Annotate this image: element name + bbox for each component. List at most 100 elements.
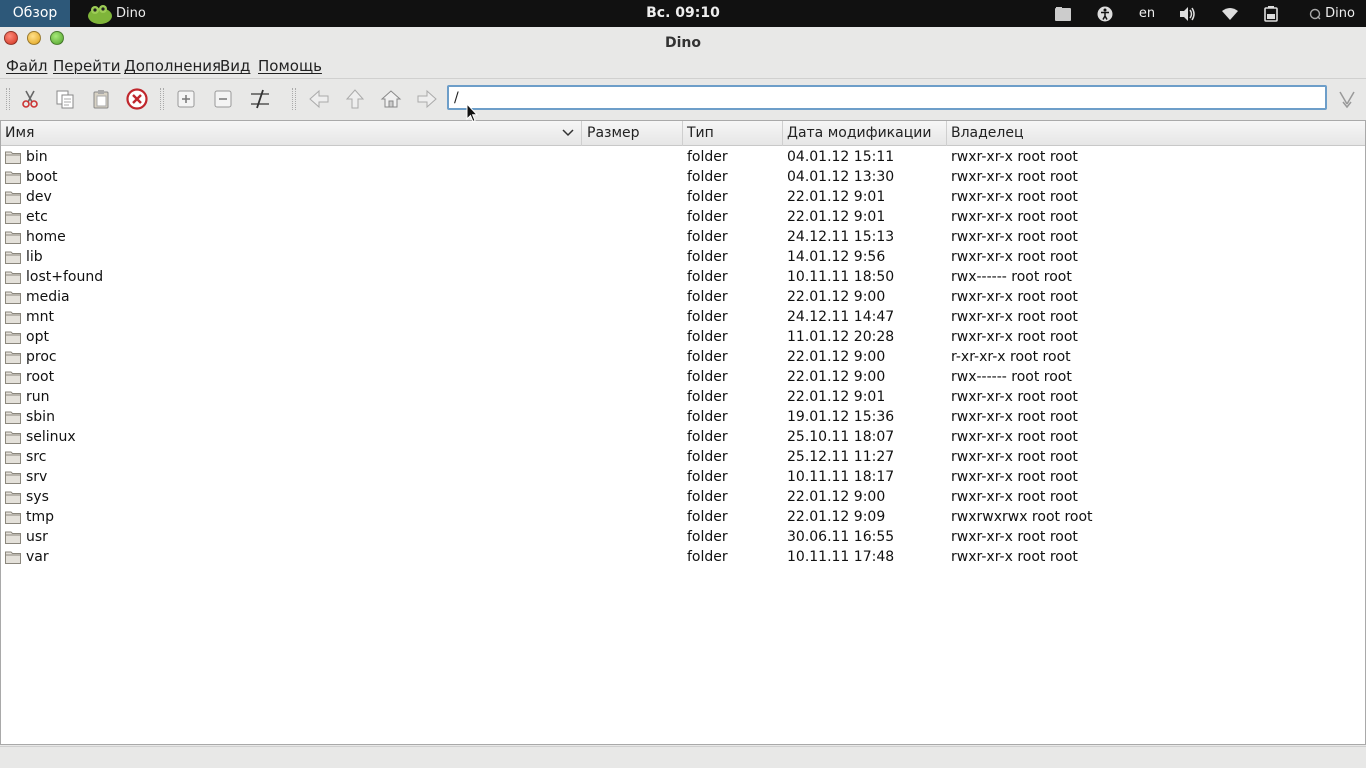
minimize-window-button[interactable]: [27, 31, 41, 45]
table-row[interactable]: root folder 22.01.12 9:00 rwx------ root ro…: [1, 367, 1365, 387]
window-titlebar[interactable]: Dino: [0, 27, 1366, 55]
back-icon[interactable]: [306, 86, 332, 112]
file-name-cell: etc: [26, 209, 48, 225]
table-row[interactable]: sbin folder 19.01.12 15:36 rwxr-xr-x root r…: [1, 407, 1365, 427]
menu-file[interactable]: Файл: [6, 57, 47, 75]
table-row[interactable]: proc folder 22.01.12 9:00 r-xr-xr-x root ro…: [1, 347, 1365, 367]
go-icon[interactable]: [1334, 86, 1360, 112]
table-row[interactable]: tmp folder 22.01.12 9:09 rwxrwxrwx root roo…: [1, 507, 1365, 527]
folder-icon: [5, 251, 21, 264]
clock[interactable]: Вс. 09:10: [646, 5, 720, 21]
rename-icon[interactable]: [247, 86, 273, 112]
files-tray-icon[interactable]: [1054, 0, 1072, 27]
file-name-cell: dev: [26, 189, 52, 205]
table-row[interactable]: media folder 22.01.12 9:00 rwxr-xr-x root r…: [1, 287, 1365, 307]
chevron-down-icon: [562, 129, 574, 137]
up-icon[interactable]: [342, 86, 368, 112]
delete-icon[interactable]: [124, 86, 150, 112]
file-modified-cell: 22.01.12 9:01: [787, 389, 886, 405]
table-row[interactable]: home folder 24.12.11 15:13 rwxr-xr-x root r…: [1, 227, 1365, 247]
file-type-cell: folder: [687, 309, 728, 325]
table-row[interactable]: run folder 22.01.12 9:01 rwxr-xr-x root roo…: [1, 387, 1365, 407]
top-panel: Обзор Dino Вс. 09:10 en Dino: [0, 0, 1366, 27]
file-type-cell: folder: [687, 269, 728, 285]
table-row[interactable]: mnt folder 24.12.11 14:47 rwxr-xr-x root ro…: [1, 307, 1365, 327]
table-row[interactable]: srv folder 10.11.11 18:17 rwxr-xr-x root ro…: [1, 467, 1365, 487]
file-owner-cell: rwxr-xr-x root root: [951, 329, 1078, 345]
table-row[interactable]: src folder 25.12.11 11:27 rwxr-xr-x root ro…: [1, 447, 1365, 467]
file-type-cell: folder: [687, 549, 728, 565]
table-row[interactable]: lost+found folder 10.11.11 18:50 rwx------ …: [1, 267, 1365, 287]
copy-icon[interactable]: [52, 86, 78, 112]
file-modified-cell: 11.01.12 20:28: [787, 329, 895, 345]
file-name-cell: usr: [26, 529, 48, 545]
file-modified-cell: 24.12.11 15:13: [787, 229, 895, 245]
file-name-cell: boot: [26, 169, 58, 185]
folder-icon: [5, 311, 21, 324]
file-owner-cell: rwxr-xr-x root root: [951, 229, 1078, 245]
table-row[interactable]: usr folder 30.06.11 16:55 rwxr-xr-x root ro…: [1, 527, 1365, 547]
folder-icon: [5, 231, 21, 244]
folder-icon: [5, 171, 21, 184]
menu-extras[interactable]: Дополнения: [124, 57, 221, 75]
file-type-cell: folder: [687, 169, 728, 185]
location-input[interactable]: [447, 85, 1327, 110]
app-menu[interactable]: Dino: [86, 0, 146, 27]
accessibility-icon[interactable]: [1095, 0, 1115, 27]
table-row[interactable]: etc folder 22.01.12 9:01 rwxr-xr-x root roo…: [1, 207, 1365, 227]
battery-icon[interactable]: [1262, 0, 1280, 27]
table-row[interactable]: dev folder 22.01.12 9:01 rwxr-xr-x root roo…: [1, 187, 1365, 207]
file-name-cell: media: [26, 289, 70, 305]
menu-go[interactable]: Перейти: [53, 57, 121, 75]
folder-icon: [5, 531, 21, 544]
close-window-button[interactable]: [4, 31, 18, 45]
toolbar-handle[interactable]: [6, 88, 10, 110]
maximize-window-button[interactable]: [50, 31, 64, 45]
volume-icon[interactable]: [1178, 0, 1198, 27]
file-name-cell: sys: [26, 489, 49, 505]
file-owner-cell: rwxr-xr-x root root: [951, 409, 1078, 425]
column-type-header[interactable]: Тип: [683, 121, 783, 146]
column-owner-header[interactable]: Владелец: [947, 121, 1365, 146]
file-modified-cell: 10.11.11 17:48: [787, 549, 895, 565]
table-row[interactable]: bin folder 04.01.12 15:11 rwxr-xr-x root ro…: [1, 147, 1365, 167]
statusbar: [0, 746, 1366, 768]
activities-button[interactable]: Обзор: [0, 0, 70, 27]
file-type-cell: folder: [687, 389, 728, 405]
file-list[interactable]: Имя Размер Тип Дата модификации Владелец…: [0, 120, 1366, 745]
file-owner-cell: r-xr-xr-x root root: [951, 349, 1071, 365]
file-name-cell: lost+found: [26, 269, 104, 285]
file-modified-cell: 22.01.12 9:00: [787, 289, 886, 305]
folder-icon: [5, 471, 21, 484]
keyboard-layout[interactable]: en: [1136, 0, 1158, 27]
column-name-header[interactable]: Имя: [1, 121, 582, 146]
column-size-header[interactable]: Размер: [583, 121, 683, 146]
new-folder-icon[interactable]: [173, 86, 199, 112]
folder-icon: [5, 191, 21, 204]
forward-icon[interactable]: [414, 86, 440, 112]
wifi-icon[interactable]: [1220, 0, 1240, 27]
file-owner-cell: rwxr-xr-x root root: [951, 489, 1078, 505]
menu-view[interactable]: Вид: [220, 57, 250, 75]
paste-icon[interactable]: [88, 86, 114, 112]
folder-icon: [5, 291, 21, 304]
file-type-cell: folder: [687, 449, 728, 465]
file-name-cell: opt: [26, 329, 49, 345]
file-modified-cell: 22.01.12 9:01: [787, 189, 886, 205]
table-row[interactable]: lib folder 14.01.12 9:56 rwxr-xr-x root roo…: [1, 247, 1365, 267]
table-row[interactable]: boot folder 04.01.12 13:30 rwxr-xr-x root r…: [1, 167, 1365, 187]
menu-help[interactable]: Помощь: [258, 57, 322, 75]
table-row[interactable]: sys folder 22.01.12 9:00 rwxr-xr-x root roo…: [1, 487, 1365, 507]
file-modified-cell: 10.11.11 18:50: [787, 269, 895, 285]
table-row[interactable]: selinux folder 25.10.11 18:07 rwxr-xr-x roo…: [1, 427, 1365, 447]
user-menu[interactable]: Dino: [1304, 0, 1360, 27]
file-type-cell: folder: [687, 149, 728, 165]
remove-icon[interactable]: [210, 86, 236, 112]
toolbar-separator: [292, 88, 296, 110]
column-modified-header[interactable]: Дата модификации: [783, 121, 947, 146]
cut-icon[interactable]: [17, 86, 43, 112]
home-icon[interactable]: [378, 86, 404, 112]
folder-icon: [5, 351, 21, 364]
table-row[interactable]: var folder 10.11.11 17:48 rwxr-xr-x root ro…: [1, 547, 1365, 567]
table-row[interactable]: opt folder 11.01.12 20:28 rwxr-xr-x root ro…: [1, 327, 1365, 347]
